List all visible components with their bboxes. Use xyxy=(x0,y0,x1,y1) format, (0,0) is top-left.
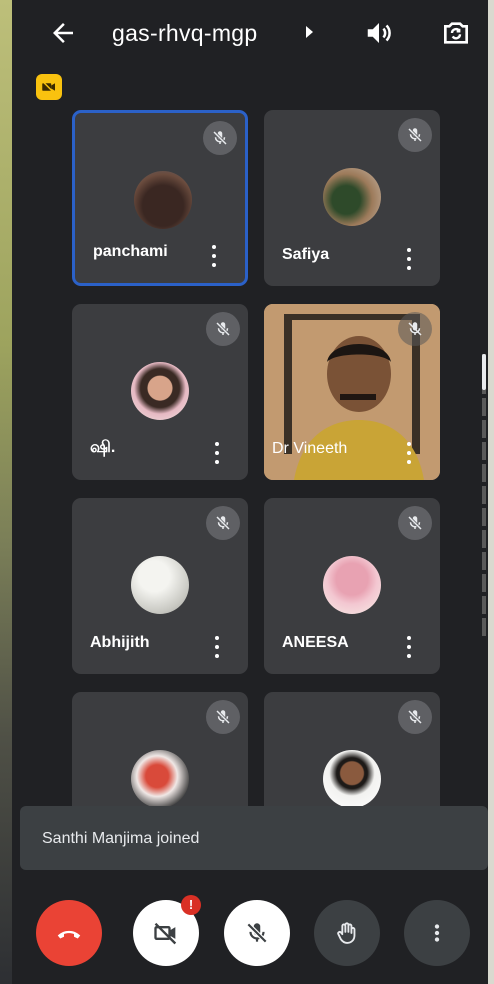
avatar xyxy=(131,750,189,808)
mic-off-icon xyxy=(203,121,237,155)
mic-off-icon xyxy=(398,312,432,346)
phone-hangup-icon xyxy=(57,930,81,939)
avatar xyxy=(323,750,381,808)
participant-tile-dr-vineeth[interactable]: Dr Vineeth xyxy=(264,304,440,480)
participant-name: Dr Vineeth xyxy=(272,440,348,457)
meeting-code[interactable]: gas-rhvq-mgp xyxy=(112,20,258,47)
participant-name: ஷி. xyxy=(90,439,116,456)
mic-off-icon xyxy=(398,700,432,734)
mic-off-icon xyxy=(206,700,240,734)
more-vert-icon[interactable] xyxy=(211,245,217,267)
more-vert-icon xyxy=(434,924,440,942)
avatar xyxy=(131,556,189,614)
mic-off-icon xyxy=(206,506,240,540)
caret-right-icon[interactable] xyxy=(306,26,313,38)
participant-name: ANEESA xyxy=(282,634,349,651)
mic-off-icon xyxy=(398,118,432,152)
speaker-icon[interactable] xyxy=(364,18,394,48)
right-bezel xyxy=(488,0,494,984)
hand-icon xyxy=(337,922,356,944)
participant-name: Abhijith xyxy=(90,634,150,651)
scrollbar-track[interactable] xyxy=(482,354,486,636)
participant-tile-safiya[interactable]: Safiya xyxy=(264,110,440,286)
avatar xyxy=(323,556,381,614)
more-options-button[interactable] xyxy=(404,900,470,966)
more-vert-icon[interactable] xyxy=(214,636,220,658)
more-vert-icon[interactable] xyxy=(214,442,220,464)
notification-text: Santhi Manjima joined xyxy=(42,830,200,847)
join-notification: Santhi Manjima joined xyxy=(20,806,488,870)
camera-off-indicator xyxy=(36,74,62,100)
participant-name: Safiya xyxy=(282,246,330,263)
participant-tile-3[interactable]: ஷி. xyxy=(72,304,248,480)
mic-toggle-button[interactable] xyxy=(224,900,290,966)
more-vert-icon[interactable] xyxy=(406,636,412,658)
top-bar: gas-rhvq-mgp xyxy=(12,0,488,70)
scrollbar-thumb[interactable] xyxy=(482,354,486,390)
meet-screen: gas-rhvq-mgp panchami Safiya ஷி. Dr Vine… xyxy=(12,0,488,984)
video-off-icon xyxy=(154,922,177,945)
arrow-left-icon[interactable] xyxy=(48,18,78,48)
more-vert-icon[interactable] xyxy=(406,442,412,464)
mic-off-icon xyxy=(398,506,432,540)
avatar xyxy=(323,168,381,226)
switch-camera-icon[interactable] xyxy=(440,17,472,49)
avatar xyxy=(131,362,189,420)
camera-off-icon xyxy=(41,80,56,95)
mic-off-icon xyxy=(246,922,268,944)
more-vert-icon[interactable] xyxy=(406,248,412,270)
mic-off-icon xyxy=(206,312,240,346)
participant-tile-aneesa[interactable]: ANEESA xyxy=(264,498,440,674)
participant-name: panchami xyxy=(93,243,168,260)
participant-tile-panchami[interactable]: panchami xyxy=(72,110,248,286)
end-call-button[interactable] xyxy=(36,900,102,966)
camera-alert-badge: ! xyxy=(181,895,201,915)
left-bezel xyxy=(0,0,12,984)
avatar xyxy=(134,171,192,229)
participant-tile-abhijith[interactable]: Abhijith xyxy=(72,498,248,674)
raise-hand-button[interactable] xyxy=(314,900,380,966)
